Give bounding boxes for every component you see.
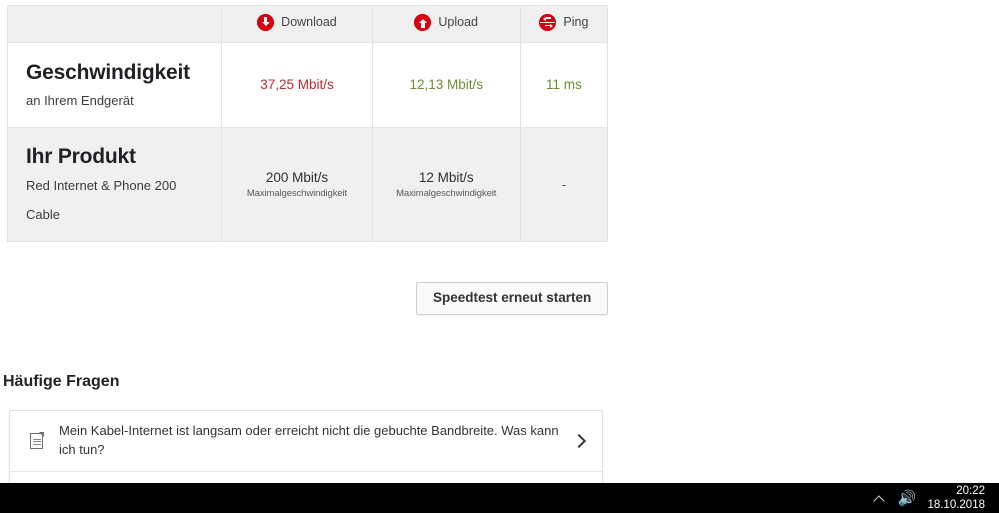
speedtest-result-page: Download Upload Ping Geschwindigkeit an … <box>0 0 999 483</box>
product-ping-value: - <box>561 177 567 192</box>
product-download-caption: Maximalgeschwindigkeit <box>246 188 348 200</box>
header-label-ping: Ping <box>563 15 589 30</box>
download-arrow-icon <box>257 14 275 31</box>
product-upload-value: 12 Mbit/s <box>418 169 474 185</box>
header-cell-ping: Ping <box>519 5 609 43</box>
volume-speaker-icon[interactable]: 🔊 <box>898 491 917 506</box>
table-row-measured-speed: Geschwindigkeit an Ihrem Endgerät 37,25 … <box>6 42 609 128</box>
row-label-product: Ihr Produkt Red Internet & Phone 200 Cab… <box>6 127 223 242</box>
cell-measured-ping: 11 ms <box>519 42 609 128</box>
header-label-download: Download <box>281 15 337 30</box>
row-subtitle-speed: an Ihrem Endgerät <box>26 92 134 108</box>
show-hidden-icons-chevron-icon[interactable] <box>873 491 887 505</box>
system-tray: 🔊 20:22 18.10.2018 <box>873 484 999 513</box>
header-label-upload: Upload <box>438 15 479 30</box>
taskbar-clock[interactable]: 20:22 18.10.2018 <box>927 484 991 513</box>
windows-taskbar: 🔊 20:22 18.10.2018 <box>0 483 999 513</box>
document-icon <box>30 431 44 449</box>
header-cell-blank <box>6 5 223 43</box>
row-subtitle2-product: Cable <box>26 207 60 223</box>
measured-download-value: 37,25 Mbit/s <box>260 76 334 92</box>
upload-arrow-icon <box>414 14 432 31</box>
taskbar-time: 20:22 <box>956 484 985 497</box>
faq-item-1[interactable]: Mein Kabel-Internet ist langsam oder err… <box>10 411 602 472</box>
ping-latency-icon <box>539 14 557 31</box>
product-download-value: 200 Mbit/s <box>265 169 329 185</box>
table-row-product: Ihr Produkt Red Internet & Phone 200 Cab… <box>6 127 609 242</box>
row-label-speed: Geschwindigkeit an Ihrem Endgerät <box>6 42 223 128</box>
restart-button-container: Speedtest erneut starten <box>416 282 609 315</box>
cell-product-download: 200 Mbit/s Maximalgeschwindigkeit <box>221 127 373 242</box>
row-title-product: Ihr Produkt <box>26 145 136 169</box>
cell-product-ping: - <box>519 127 609 242</box>
row-title-speed: Geschwindigkeit <box>26 60 190 84</box>
faq-list: Mein Kabel-Internet ist langsam oder err… <box>9 410 603 483</box>
faq-item-2[interactable]: Wie optimiere ich die WLAN-Leistung? <box>10 472 602 483</box>
header-cell-download: Download <box>221 5 373 43</box>
cell-product-upload: 12 Mbit/s Maximalgeschwindigkeit <box>371 127 521 242</box>
faq-heading: Häufige Fragen <box>3 373 120 390</box>
taskbar-date: 18.10.2018 <box>927 499 985 511</box>
speedtest-result-table: Download Upload Ping Geschwindigkeit an … <box>6 5 609 242</box>
measured-ping-value: 11 ms <box>546 76 582 92</box>
product-upload-caption: Maximalgeschwindigkeit <box>396 188 497 200</box>
measured-upload-value: 12,13 Mbit/s <box>409 76 483 92</box>
cell-measured-download: 37,25 Mbit/s <box>221 42 373 128</box>
header-cell-upload: Upload <box>371 5 521 43</box>
faq-question-1: Mein Kabel-Internet ist langsam oder err… <box>59 423 559 457</box>
restart-speedtest-button[interactable]: Speedtest erneut starten <box>416 282 609 315</box>
cell-measured-upload: 12,13 Mbit/s <box>371 42 521 128</box>
row-subtitle-product: Red Internet & Phone 200 <box>26 177 177 193</box>
table-header-row: Download Upload Ping <box>6 5 609 43</box>
chevron-right-icon <box>574 433 584 449</box>
